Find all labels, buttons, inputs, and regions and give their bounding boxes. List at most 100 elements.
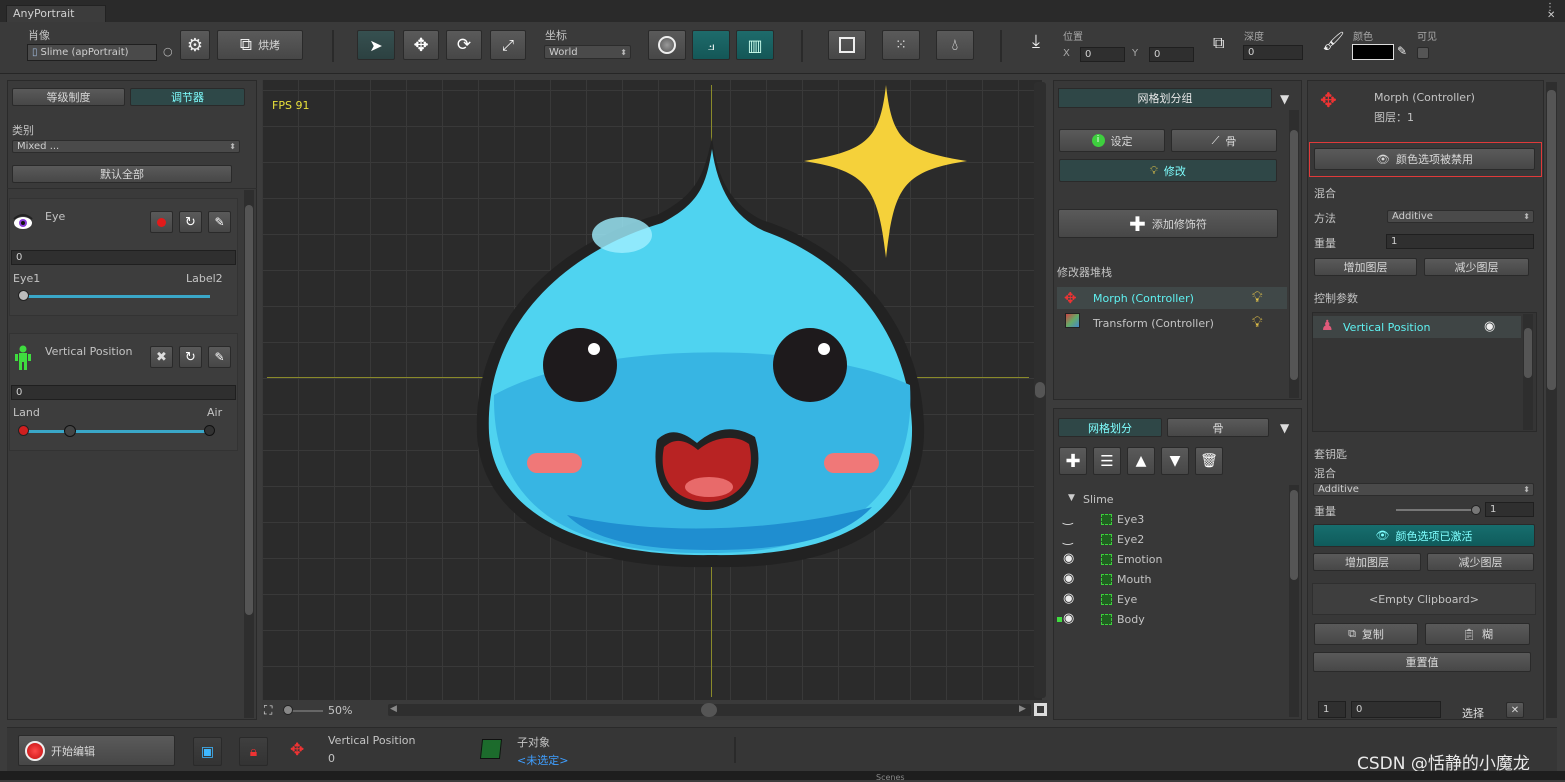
bake-button[interactable]: ⧉ 烘烤	[217, 30, 303, 60]
pos-x-field[interactable]: 0	[1080, 47, 1125, 62]
lock-button[interactable]: 🔒︎	[239, 737, 268, 766]
list-item[interactable]: ‿ Eye3	[1057, 510, 1287, 530]
bottom-a-field[interactable]: 1	[1318, 701, 1346, 718]
eye-visibility-icon[interactable]: ◉	[1063, 611, 1074, 626]
add-modifier-button[interactable]: ✚ 添加修饰符	[1058, 209, 1278, 238]
portrait-field[interactable]: ▯ Slime (apPortrait)	[27, 44, 157, 61]
tab-mesh[interactable]: 网格划分	[1058, 418, 1162, 437]
grid-snap-button[interactable]: ⁙	[882, 30, 920, 60]
sparkle-star[interactable]	[802, 83, 970, 263]
tab-bone[interactable]: 骨	[1167, 418, 1269, 437]
window-close-icon[interactable]: ✕	[1547, 10, 1555, 21]
control-param-eye-icon[interactable]: ◉	[1484, 319, 1495, 334]
bottom-close-button[interactable]: ✕	[1506, 702, 1524, 718]
copy-button[interactable]: ⧉ 复制	[1314, 623, 1418, 645]
param-vpos-edit-button[interactable]: ✎	[208, 346, 231, 368]
param-vpos-value-field[interactable]: 0	[11, 385, 236, 400]
crop-button[interactable]	[828, 30, 866, 60]
list-item[interactable]: ◉ Emotion	[1057, 550, 1287, 570]
param-eye-edit-button[interactable]: ✎	[208, 211, 231, 233]
onion-toggle-button[interactable]	[648, 30, 686, 60]
mesh-panel-collapse-icon[interactable]: ▼	[1280, 421, 1289, 435]
h-scroll-thumb[interactable]	[701, 703, 717, 717]
color-disabled-button[interactable]: 👁︎ 颜色选项被禁用	[1314, 148, 1535, 170]
paste-button[interactable]: 📋︎ 糊	[1425, 623, 1530, 645]
mesh-add-button[interactable]: ✚	[1059, 447, 1087, 475]
remove-layer-button[interactable]: 减少图层	[1424, 258, 1529, 276]
color-swatch[interactable]	[1352, 44, 1394, 60]
fit-view-icon[interactable]: ⛶	[264, 703, 272, 718]
rotate-tool-button[interactable]: ⟳	[446, 30, 482, 60]
param-eye-record-button[interactable]	[150, 211, 173, 233]
param-vpos-slider-track[interactable]	[22, 430, 210, 433]
viewport-corner-icon[interactable]	[1034, 703, 1047, 716]
mesh-delete-button[interactable]: 🗑︎	[1195, 447, 1223, 475]
coord-select[interactable]: World	[544, 45, 631, 59]
eyedropper-icon[interactable]: ✎	[1397, 44, 1407, 58]
portrait-picker-icon[interactable]: ○	[163, 45, 173, 58]
weight2-slider-track[interactable]	[1396, 509, 1480, 511]
h-scroll-right-icon[interactable]: ▶	[1019, 704, 1026, 714]
visibility-closed-icon[interactable]: ‿	[1063, 531, 1073, 545]
mesh-view-button[interactable]: ▥	[736, 30, 774, 60]
param-vpos-slider-handle[interactable]	[64, 425, 76, 437]
select-tool-button[interactable]: ➤	[357, 30, 395, 60]
modifier-transform-bulb-icon[interactable]: 💡︎	[1252, 313, 1263, 331]
color-enabled-button[interactable]: 👁︎ 颜色选项已激活	[1313, 524, 1535, 547]
tab-hierarchy[interactable]: 等级制度	[12, 88, 125, 106]
list-item[interactable]: ◉ Eye	[1057, 590, 1287, 610]
v-scroll-thumb[interactable]	[1035, 382, 1045, 398]
left-panel-scroll-thumb[interactable]	[245, 205, 253, 615]
add-layer2-button[interactable]: 增加图层	[1313, 553, 1421, 571]
move-tool-button[interactable]: ✥	[403, 30, 439, 60]
eye-visibility-icon[interactable]: ◉	[1063, 571, 1074, 586]
list-item[interactable]: ‿ Eye2	[1057, 530, 1287, 550]
mesh-up-button[interactable]: ▲	[1127, 447, 1155, 475]
eye-visibility-icon[interactable]: ◉	[1063, 551, 1074, 566]
mesh-root-expand-icon[interactable]: ▼	[1068, 493, 1075, 503]
right-panel-scroll-thumb[interactable]	[1547, 90, 1556, 390]
pos-y-field[interactable]: 0	[1149, 47, 1194, 62]
param-eye-reset-button[interactable]: ↻	[179, 211, 202, 233]
remove-layer2-button[interactable]: 减少图层	[1427, 553, 1534, 571]
control-params-scroll-thumb[interactable]	[1524, 328, 1532, 378]
lock-select-button[interactable]: ▣	[193, 737, 222, 766]
mesh-down-button[interactable]: ▼	[1161, 447, 1189, 475]
modifier-morph-bulb-icon[interactable]: 💡︎	[1252, 288, 1263, 306]
mesh-layers-button[interactable]: ☰	[1093, 447, 1121, 475]
reset-value-button[interactable]: 重置值	[1313, 652, 1531, 672]
weight-field[interactable]: 1	[1386, 234, 1534, 249]
param-eye-value-field[interactable]: 0	[11, 250, 236, 265]
list-item[interactable]: ◉ Body	[1057, 610, 1287, 630]
h-scroll-left-icon[interactable]: ◀	[390, 704, 397, 714]
mesh-group-scroll-thumb[interactable]	[1290, 130, 1298, 380]
color-drop-button[interactable]: 💧︎	[936, 30, 974, 60]
param-vpos-reset-button[interactable]: ↻	[179, 346, 202, 368]
modify-button[interactable]: 💡︎ 修改	[1059, 159, 1277, 182]
visible-checkbox[interactable]	[1417, 47, 1429, 59]
category-select[interactable]: Mixed ...	[12, 140, 240, 153]
mesh-panel-scroll-thumb[interactable]	[1290, 490, 1298, 580]
weight2-field[interactable]: 1	[1485, 502, 1534, 517]
scale-tool-button[interactable]: ⤢	[490, 30, 526, 60]
default-all-button[interactable]: 默认全部	[12, 165, 232, 183]
mesh-group-collapse-icon[interactable]: ▼	[1280, 92, 1289, 106]
select-label[interactable]: 选择	[1462, 705, 1484, 721]
param-eye-slider-track[interactable]	[22, 295, 210, 298]
tab-controller[interactable]: 调节器	[130, 88, 245, 106]
settings-button[interactable]: ⚙	[180, 30, 210, 60]
window-tab[interactable]: AnyPortrait	[6, 5, 106, 22]
param-vpos-key-land[interactable]	[18, 425, 29, 436]
visibility-closed-icon[interactable]: ‿	[1063, 511, 1073, 525]
depth-field[interactable]: 0	[1243, 45, 1303, 60]
list-item[interactable]: ◉ Mouth	[1057, 570, 1287, 590]
param-vpos-remove-button[interactable]: ✖	[150, 346, 173, 368]
add-layer-button[interactable]: 增加图层	[1314, 258, 1417, 276]
param-eye-slider-handle[interactable]	[18, 290, 29, 301]
eye-visibility-icon[interactable]: ◉	[1063, 591, 1074, 606]
viewport[interactable]: FPS 91	[262, 80, 1042, 700]
bone-button[interactable]: ⟋ 骨	[1171, 129, 1277, 152]
setting-button[interactable]: i 设定	[1059, 129, 1165, 152]
zoom-slider-handle[interactable]	[283, 705, 293, 715]
start-edit-button[interactable]: 开始编辑	[18, 735, 175, 766]
